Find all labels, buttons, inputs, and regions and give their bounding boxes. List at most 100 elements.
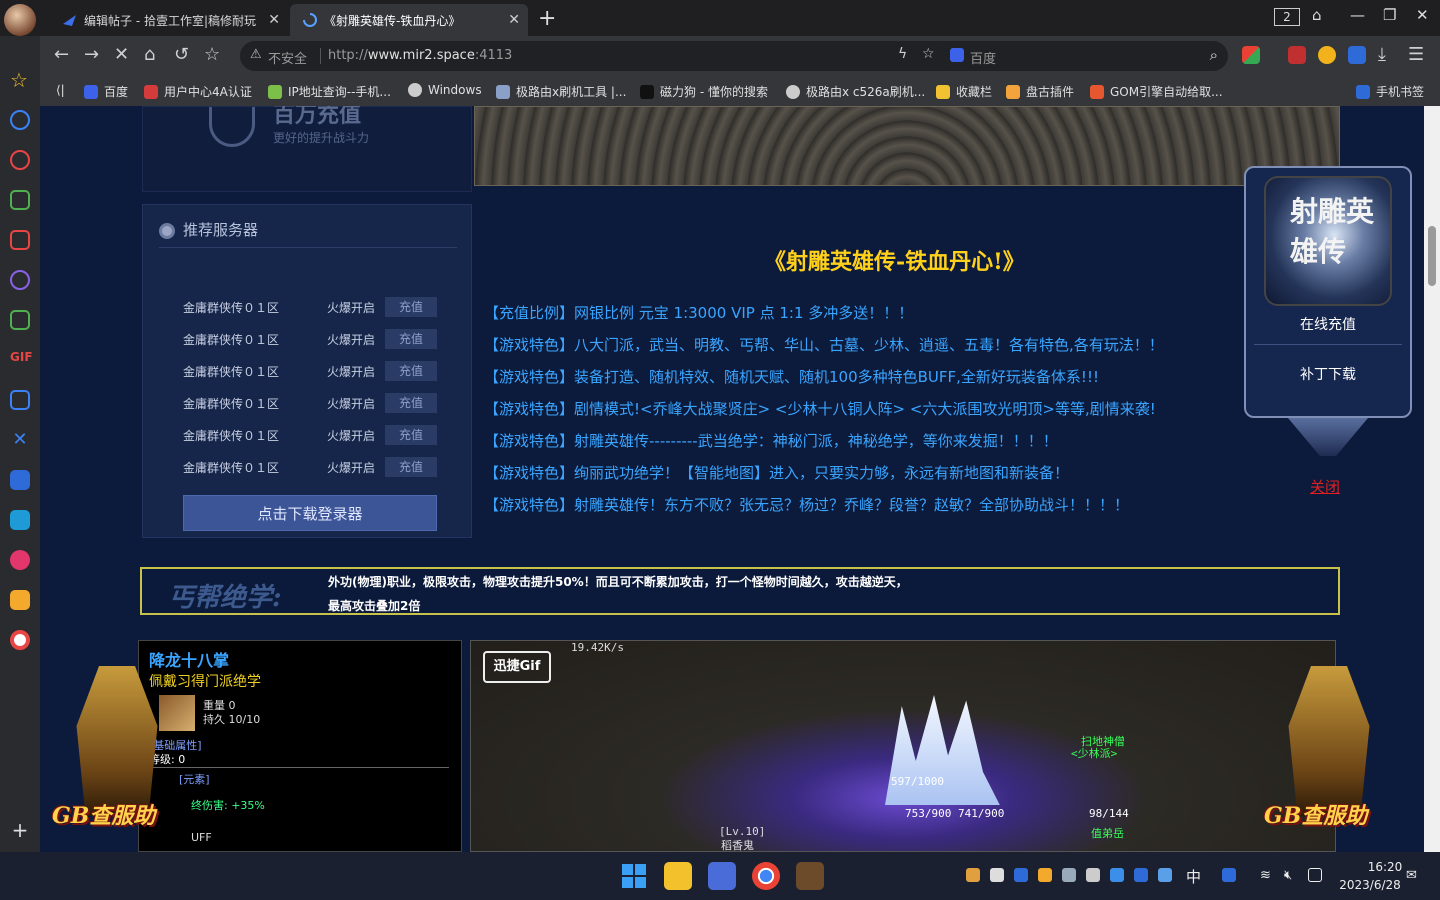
menu-icon[interactable]: ☰ — [1408, 45, 1424, 65]
tray-app-icon[interactable] — [1158, 868, 1172, 882]
bluetooth-icon[interactable] — [1134, 868, 1148, 882]
remote-desktop-icon[interactable] — [708, 862, 736, 890]
profile-avatar[interactable] — [4, 4, 36, 36]
undo-close-button[interactable]: ↺ — [174, 45, 189, 65]
recharge-panel[interactable]: 百万充值 更好的提升战斗力 — [142, 106, 472, 192]
recharge-button[interactable]: 充值 — [385, 329, 437, 349]
volume-muted-icon[interactable]: 🔇︎ — [1284, 868, 1298, 883]
history-clock-icon[interactable] — [10, 110, 30, 130]
bookmark-item[interactable]: 盘古插件 — [1006, 83, 1074, 100]
lightning-icon[interactable]: ϟ — [898, 46, 907, 62]
search-icon[interactable]: ⌕ — [1210, 46, 1218, 64]
recharge-button[interactable]: 充值 — [385, 361, 437, 381]
favorite-star-icon[interactable]: ☆ — [204, 45, 220, 65]
bookmark-item[interactable]: IP地址查询--手机... — [268, 83, 391, 100]
forward-button[interactable]: → — [84, 45, 99, 65]
recharge-button[interactable]: 充值 — [385, 425, 437, 445]
maximize-button[interactable]: ❐ — [1383, 6, 1396, 24]
bookmark-item[interactable]: 磁力狗 - 懂你的搜索 — [640, 83, 768, 100]
app-pink-icon[interactable] — [10, 550, 30, 570]
bookmark-item[interactable]: 极路由x c526a刷机... — [786, 83, 925, 100]
tab-shediao[interactable]: 《射雕英雄传-铁血丹心》 ✕ — [290, 4, 528, 36]
tray-app-icon[interactable] — [1086, 868, 1100, 882]
server-name[interactable]: 金庸群侠传０１区 — [183, 459, 279, 476]
tray-app-icon[interactable] — [1062, 868, 1076, 882]
server-name[interactable]: 金庸群侠传０１区 — [183, 363, 279, 380]
weibo-icon[interactable] — [10, 630, 30, 650]
close-icon[interactable]: ✕ — [268, 12, 280, 28]
file-explorer-icon[interactable] — [664, 862, 692, 890]
add-icon[interactable]: + — [10, 820, 30, 840]
back-button[interactable]: ← — [54, 45, 69, 65]
clock-time[interactable]: 16:20 — [1360, 860, 1410, 874]
wifi-icon[interactable]: ≋ — [1260, 868, 1274, 883]
server-name[interactable]: 金庸群侠传０１区 — [183, 299, 279, 316]
bookmark-item[interactable]: Windows — [408, 83, 482, 97]
favorites-star-icon[interactable]: ☆ — [10, 70, 30, 90]
clock-date[interactable]: 2023/6/28 — [1338, 878, 1402, 892]
online-recharge-link[interactable]: 在线充值 — [1246, 314, 1410, 334]
screen-icon[interactable] — [10, 510, 30, 530]
security-label[interactable]: 不安全 — [268, 48, 307, 67]
new-tab-button[interactable]: + — [538, 6, 556, 31]
tray-app-icon[interactable] — [966, 868, 980, 882]
chrome-icon[interactable] — [752, 862, 780, 890]
server-name[interactable]: 金庸群侠传０１区 — [183, 331, 279, 348]
notification-icon[interactable]: ✉ — [1406, 868, 1420, 883]
bookmark-item[interactable]: 用户中心4A认证 — [144, 83, 252, 100]
bug-icon[interactable] — [10, 270, 30, 290]
close-float-link[interactable]: 关闭 — [1310, 476, 1340, 497]
game-launcher-icon[interactable] — [796, 862, 824, 890]
grid-apps-icon[interactable] — [10, 190, 30, 210]
night-mode-icon[interactable] — [1318, 46, 1336, 64]
page-scrollbar[interactable] — [1424, 106, 1440, 852]
tab-count-button[interactable]: 2 — [1274, 8, 1300, 26]
mobile-bookmarks[interactable]: 手机书签 — [1356, 83, 1424, 100]
tray-app-icon[interactable] — [1110, 868, 1124, 882]
url-text[interactable]: http://www.mir2.space:4113 — [328, 48, 512, 63]
bookmark-star-icon[interactable]: ☆ — [922, 46, 935, 62]
recharge-button[interactable]: 充值 — [385, 393, 437, 413]
minimize-button[interactable]: — — [1350, 6, 1365, 24]
gif-icon[interactable]: GIF — [10, 350, 33, 370]
download-icon[interactable]: ⤓ — [1378, 45, 1386, 65]
extension-blue-icon[interactable] — [1348, 46, 1366, 64]
bookmark-item[interactable]: GOM引擎自动给取... — [1090, 83, 1223, 100]
apps-extension-icon[interactable] — [1242, 46, 1260, 64]
server-name[interactable]: 金庸群侠传０１区 — [183, 395, 279, 412]
app-orange-icon[interactable] — [10, 590, 30, 610]
tab-edit-post[interactable]: 编辑帖子 - 拾壹工作室|稿修耐玩 ✕ — [50, 4, 288, 36]
search-box[interactable]: 百度 ⌕ — [940, 41, 1228, 71]
warning-icon[interactable]: ⚠ — [250, 47, 262, 62]
tray-app-icon[interactable] — [990, 868, 1004, 882]
bookmark-item[interactable]: 极路由x刷机工具 |... — [496, 83, 626, 100]
bookmark-item[interactable]: 收藏栏 — [936, 83, 992, 100]
game-icon[interactable] — [10, 230, 30, 250]
tray-app-icon[interactable] — [1222, 868, 1236, 882]
crop-icon[interactable] — [10, 390, 30, 410]
notes-icon[interactable] — [10, 310, 30, 330]
tray-app-icon[interactable] — [1014, 868, 1028, 882]
patch-download-link[interactable]: 补丁下载 — [1246, 364, 1410, 384]
input-method-indicator[interactable]: 中 — [1186, 866, 1201, 887]
bookmark-item[interactable]: 百度 — [84, 83, 128, 100]
tools-icon[interactable]: ✕ — [10, 430, 30, 450]
stop-button[interactable]: ✕ — [114, 45, 129, 65]
record-icon[interactable] — [10, 150, 30, 170]
translate-icon[interactable] — [10, 470, 30, 490]
tray-shield-icon[interactable] — [1038, 868, 1052, 882]
address-bar[interactable]: ⚠ 不安全 http://www.mir2.space:4113 ϟ ☆ ⌄ — [240, 41, 970, 71]
close-icon[interactable]: ✕ — [508, 12, 520, 28]
battery-icon[interactable] — [1308, 868, 1322, 882]
start-button[interactable] — [620, 862, 648, 890]
home-button[interactable]: ⌂ — [144, 45, 155, 65]
close-window-button[interactable]: ✕ — [1416, 6, 1429, 24]
scroll-thumb[interactable] — [1428, 226, 1436, 286]
server-name[interactable]: 金庸群侠传０１区 — [183, 427, 279, 444]
recharge-button[interactable]: 充值 — [385, 297, 437, 317]
sidebar-toggle-icon[interactable]: ⟨| — [56, 83, 65, 97]
recharge-button[interactable]: 充值 — [385, 457, 437, 477]
pin-icon[interactable]: ⌂ — [1312, 6, 1322, 24]
extension-red-icon[interactable] — [1288, 46, 1306, 64]
download-launcher-button[interactable]: 点击下载登录器 — [183, 495, 437, 531]
